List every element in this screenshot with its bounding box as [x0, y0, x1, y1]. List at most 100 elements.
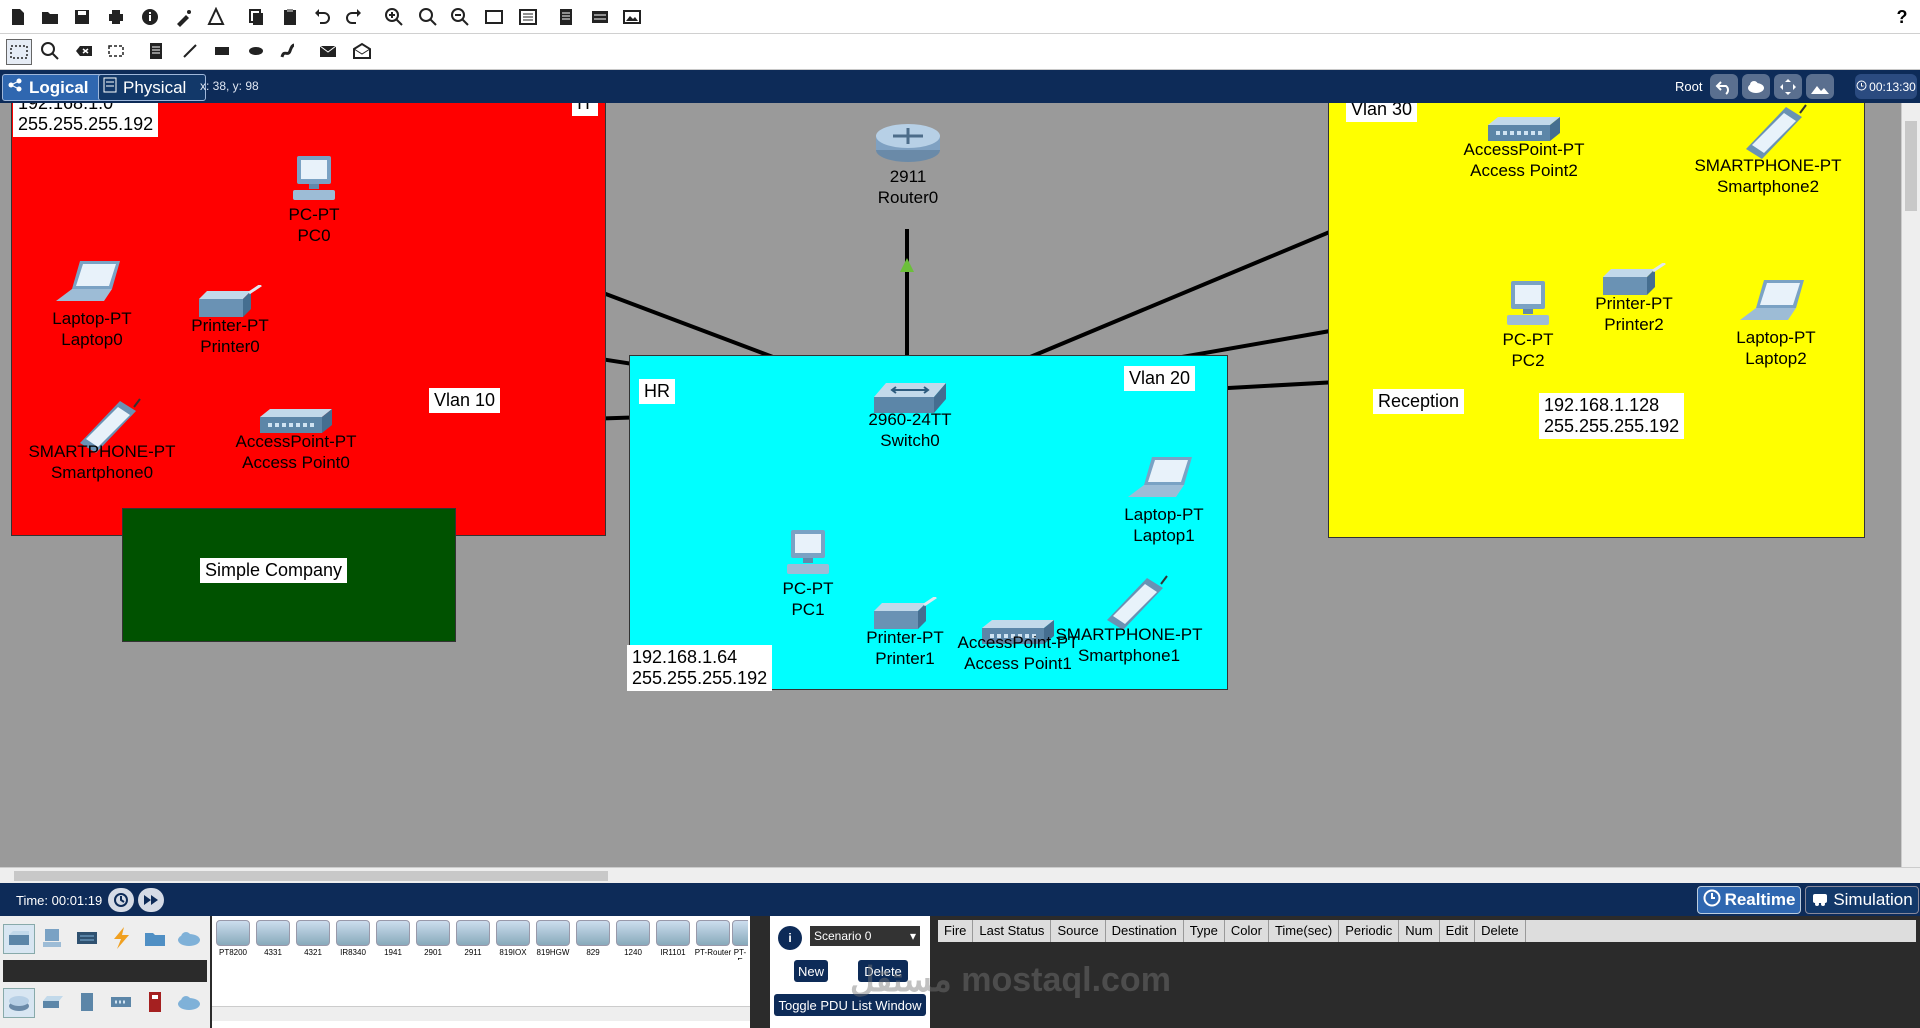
custom-device-icon[interactable]	[516, 5, 540, 29]
zoom-in-icon[interactable]	[382, 5, 406, 29]
copy-icon[interactable]	[244, 5, 268, 29]
components-category-icon[interactable]	[72, 924, 102, 952]
horizontal-scrollbar[interactable]	[0, 867, 1920, 884]
select-tool-icon[interactable]	[6, 39, 32, 65]
activity-wizard-icon[interactable]	[204, 5, 228, 29]
help-icon[interactable]: ?	[1890, 5, 1914, 29]
reception-label-note[interactable]: Reception	[1373, 389, 1465, 414]
zoom-reset-icon[interactable]	[416, 5, 440, 29]
hr-label-note[interactable]: HR	[639, 379, 675, 404]
scenario-select[interactable]: Scenario 0 ▾	[810, 926, 920, 946]
paste-icon[interactable]	[278, 5, 302, 29]
laptop0[interactable]: Laptop-PT Laptop0	[42, 259, 142, 350]
hr-vlan-note[interactable]: Vlan 20	[1124, 366, 1196, 391]
smartphone2[interactable]: SMARTPHONE-PT Smartphone2	[1682, 103, 1854, 197]
model-item[interactable]: 829	[574, 920, 612, 960]
model-panel-scrollbar[interactable]	[212, 1006, 750, 1021]
vertical-scroll-thumb[interactable]	[1905, 121, 1917, 211]
printer0[interactable]: Printer-PT Printer0	[178, 285, 282, 357]
hr-network-note[interactable]: 192.168.1.64 255.255.255.192	[627, 645, 773, 691]
draw-line-icon[interactable]	[178, 39, 202, 63]
wan-emulation-subcategory-icon[interactable]	[174, 988, 204, 1016]
pc0[interactable]: PC-PT PC0	[272, 154, 356, 246]
realtime-button[interactable]: Realtime	[1697, 886, 1801, 914]
network-wizard-icon[interactable]	[172, 5, 196, 29]
model-item[interactable]: 1240	[614, 920, 652, 960]
cloud-icon[interactable]	[1742, 74, 1770, 99]
simulation-button[interactable]: Simulation	[1805, 886, 1919, 914]
pc1[interactable]: PC-PT PC1	[766, 528, 850, 620]
power-cycle-icon[interactable]	[108, 888, 134, 912]
model-item[interactable]: 4331	[254, 920, 292, 960]
model-item[interactable]: PT-E	[732, 920, 748, 960]
company-name-note[interactable]: Simple Company	[200, 558, 348, 583]
device-dialog-icon[interactable]	[588, 5, 612, 29]
report-icon[interactable]	[554, 5, 578, 29]
draw-ellipse-icon[interactable]	[244, 39, 268, 63]
delete-tool-icon[interactable]	[72, 39, 96, 63]
tab-logical[interactable]: Logical	[2, 74, 104, 101]
wireless-subcategory-icon[interactable]	[106, 988, 136, 1016]
undo-icon[interactable]	[310, 5, 334, 29]
resize-shape-icon[interactable]	[104, 39, 128, 63]
logical-workspace[interactable]: 192.168.1.0 255.255.255.192 IT Vlan 10 H…	[0, 103, 1901, 867]
tab-physical[interactable]: Physical	[98, 74, 206, 101]
back-icon[interactable]	[1710, 74, 1738, 99]
add-complex-pdu-icon[interactable]	[350, 39, 374, 63]
multiuser-category-icon[interactable]	[174, 924, 204, 952]
printer1[interactable]: Printer-PT Printer1	[853, 597, 957, 669]
router0[interactable]: 2911 Router0	[868, 120, 948, 208]
connections-category-icon[interactable]	[106, 924, 136, 952]
model-item[interactable]: 819HGW	[534, 920, 572, 960]
it-network-note[interactable]: 192.168.1.0 255.255.255.192	[13, 103, 159, 137]
background-image-icon[interactable]	[1806, 74, 1834, 99]
smartphone1[interactable]: SMARTPHONE-PT Smartphone1	[1045, 574, 1213, 666]
vertical-scrollbar[interactable]	[1901, 103, 1920, 867]
new-scenario-button[interactable]: New	[794, 960, 828, 982]
model-item[interactable]: PT-Router	[694, 920, 732, 960]
zoom-out-icon[interactable]	[448, 5, 472, 29]
new-file-icon[interactable]	[6, 5, 30, 29]
miscellaneous-category-icon[interactable]	[140, 924, 170, 952]
print-icon[interactable]	[104, 5, 128, 29]
switches-subcategory-icon[interactable]	[38, 988, 68, 1016]
reception-network-note[interactable]: 192.168.1.128 255.255.255.192	[1539, 393, 1685, 439]
move-icon[interactable]	[1774, 74, 1802, 99]
model-item[interactable]: IR8340	[334, 920, 372, 960]
save-icon[interactable]	[70, 5, 94, 29]
draw-rectangle-icon[interactable]	[210, 39, 234, 63]
fast-forward-icon[interactable]	[138, 888, 164, 912]
routers-subcategory-icon[interactable]	[3, 988, 35, 1018]
add-simple-pdu-icon[interactable]	[316, 39, 340, 63]
access-point0[interactable]: AccessPoint-PT Access Point0	[224, 407, 368, 473]
scenario-info-icon[interactable]: i	[778, 926, 802, 950]
laptop1[interactable]: Laptop-PT Laptop1	[1112, 455, 1216, 546]
model-item[interactable]: 1941	[374, 920, 412, 960]
info-icon[interactable]	[138, 5, 162, 29]
access-point2[interactable]: AccessPoint-PT Access Point2	[1452, 115, 1596, 181]
network-devices-category-icon[interactable]	[3, 924, 35, 954]
model-item[interactable]: 4321	[294, 920, 332, 960]
it-vlan-note[interactable]: Vlan 10	[429, 388, 501, 413]
image-icon[interactable]	[620, 5, 644, 29]
open-folder-icon[interactable]	[38, 5, 62, 29]
model-item[interactable]: 2901	[414, 920, 452, 960]
smartphone0[interactable]: SMARTPHONE-PT Smartphone0	[16, 397, 188, 483]
model-item[interactable]: 819IOX	[494, 920, 532, 960]
security-subcategory-icon[interactable]	[140, 988, 170, 1016]
reception-vlan-note[interactable]: Vlan 30	[1346, 103, 1418, 122]
it-label-note[interactable]: IT	[572, 103, 598, 116]
printer2[interactable]: Printer-PT Printer2	[1582, 263, 1686, 335]
place-note-icon[interactable]	[144, 39, 168, 63]
model-item[interactable]: IR1101	[654, 920, 692, 960]
horizontal-scroll-thumb[interactable]	[14, 871, 608, 881]
model-item[interactable]: PT8200	[214, 920, 252, 960]
inspect-tool-icon[interactable]	[38, 39, 62, 63]
hubs-subcategory-icon[interactable]	[72, 988, 102, 1016]
laptop2[interactable]: Laptop-PT Laptop2	[1726, 278, 1826, 369]
model-item[interactable]: 2911	[454, 920, 492, 960]
redo-icon[interactable]	[342, 5, 366, 29]
freeform-icon[interactable]	[276, 39, 300, 63]
pc2[interactable]: PC-PT PC2	[1486, 279, 1570, 371]
switch0[interactable]: 2960-24TT Switch0	[855, 381, 965, 451]
